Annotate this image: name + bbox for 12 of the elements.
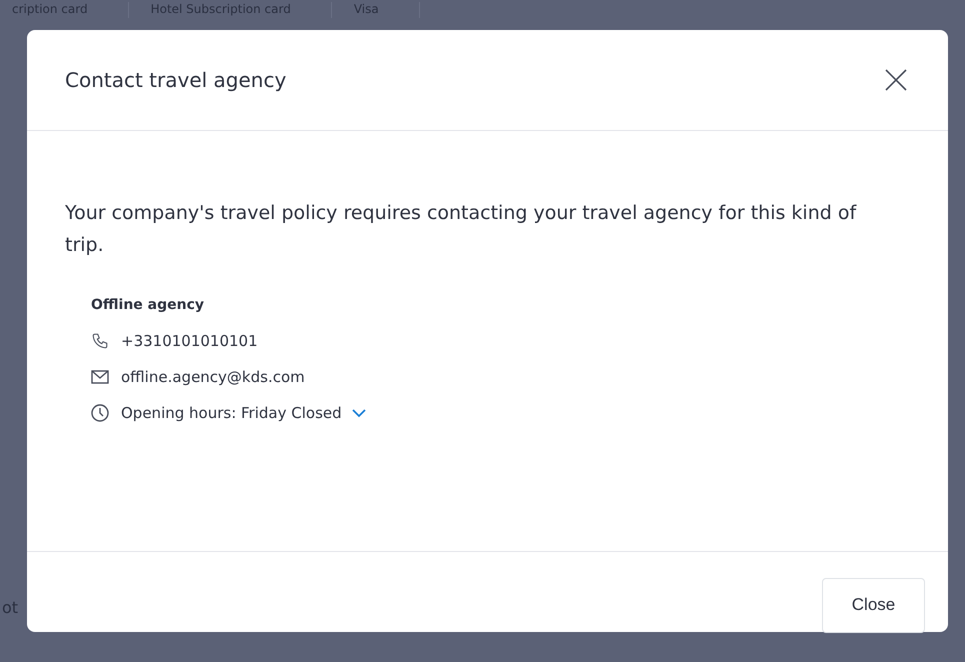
- dialog-title: Contact travel agency: [65, 68, 286, 92]
- clock-icon: [91, 404, 109, 422]
- phone-number: +3310101010101: [121, 332, 258, 350]
- phone-icon: [91, 332, 109, 350]
- chevron-icon[interactable]: [352, 408, 366, 418]
- email-address: offline.agency@kds.com: [121, 368, 305, 386]
- agency-name: Offline agency: [91, 297, 206, 313]
- close-icon[interactable]: [884, 68, 908, 92]
- close-button[interactable]: Close: [822, 578, 925, 632]
- opening-hours: Opening hours: Friday Closed: [121, 404, 342, 422]
- dialog-message: Your company's travel policy requires contacting your travel agency for this kind of trip.: [65, 201, 858, 258]
- mail-icon: [91, 370, 109, 384]
